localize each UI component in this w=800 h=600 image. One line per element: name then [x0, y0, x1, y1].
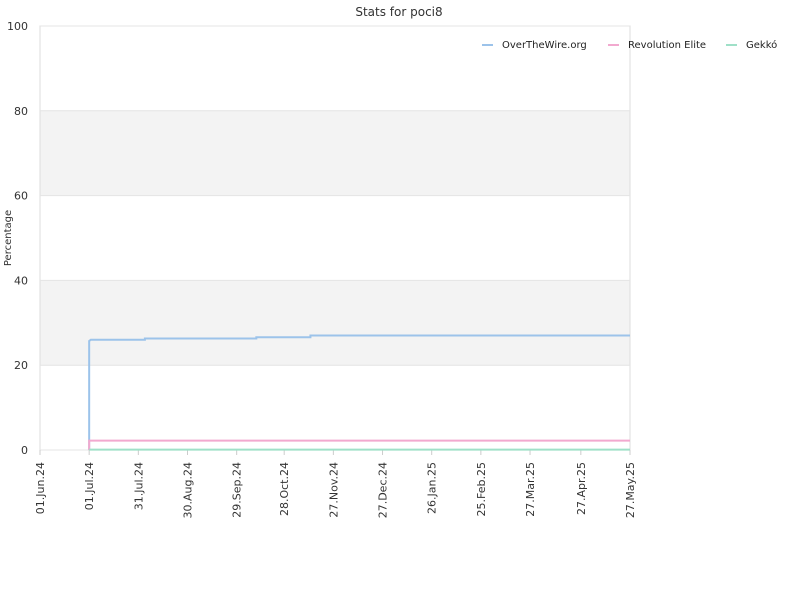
- x-tick-label: 01.Jul.24: [83, 462, 96, 510]
- x-tick-label: 31.Jul.24: [132, 462, 145, 510]
- grid-band: [40, 195, 630, 281]
- x-tick-label: 27.Dec.24: [377, 462, 390, 518]
- x-tick-label: 30.Aug.24: [182, 462, 195, 518]
- grid-band: [40, 26, 630, 111]
- x-tick-label: 27.May.25: [624, 462, 637, 518]
- x-tick-label: 27.Nov.24: [327, 462, 340, 518]
- x-tick-label: 26.Jan.25: [426, 462, 439, 514]
- x-tick-label: 01.Jun.24: [34, 462, 47, 514]
- legend-label: OverTheWire.org: [502, 40, 587, 51]
- x-tick-labels: 01.Jun.24 01.Jul.24 31.Jul.24 30.Aug.24 29.S…: [34, 450, 637, 518]
- y-tick-label: 100: [7, 20, 28, 33]
- x-tick-label: 28.Oct.24: [278, 462, 291, 516]
- legend-label: Revolution Elite: [628, 40, 706, 51]
- grid-band: [40, 365, 630, 450]
- chart-title: Stats for poci8: [355, 5, 442, 19]
- grid-band: [40, 280, 630, 366]
- legend-label: Gekkó: [746, 39, 777, 51]
- x-tick-label: 29.Sep.24: [231, 462, 244, 518]
- y-tick-label: 0: [21, 444, 28, 457]
- y-tick-label: 20: [14, 359, 28, 372]
- y-axis-label: Percentage: [3, 210, 14, 266]
- grid-bands: [39, 25, 631, 451]
- x-tick-label: 25.Feb.25: [475, 462, 488, 516]
- grid-band: [40, 110, 630, 196]
- x-tick-label: 27.Mar.25: [524, 462, 537, 517]
- legend: OverTheWire.org Revolution Elite Gekkó: [482, 39, 777, 51]
- y-tick-label: 80: [14, 105, 28, 118]
- y-tick-label: 40: [14, 274, 28, 287]
- x-tick-label: 27.Apr.25: [575, 462, 588, 515]
- chart: Stats for poci8 Percentage 020406080100 …: [3, 5, 777, 518]
- y-tick-label: 60: [14, 190, 28, 203]
